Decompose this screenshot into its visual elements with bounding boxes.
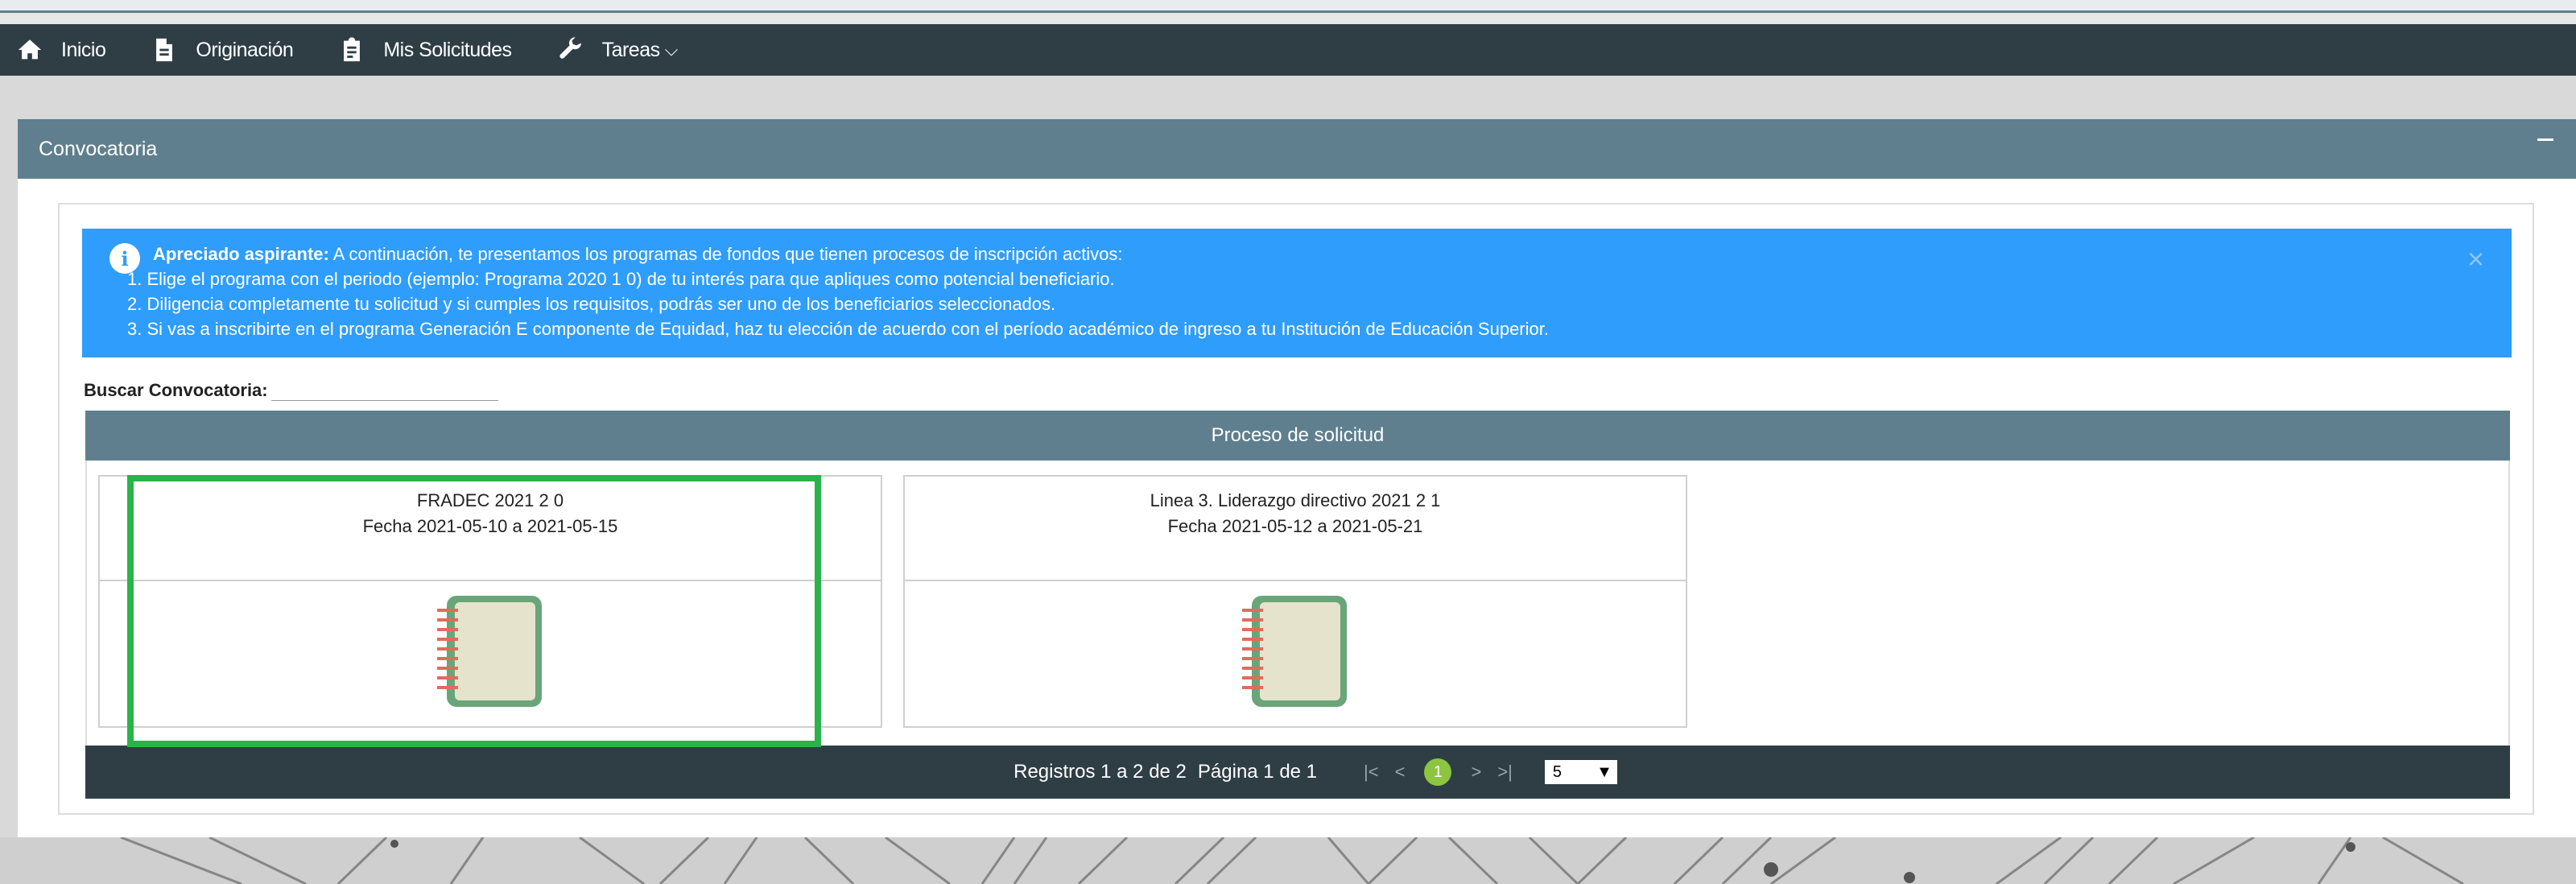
nav-mis-solicitudes-label: Mis Solicitudes: [383, 38, 512, 61]
info-icon: i: [109, 243, 140, 274]
alert-intro-line: Apreciado aspirante: A continuación, te …: [153, 242, 2512, 266]
prev-page-button[interactable]: <: [1395, 762, 1406, 783]
nav-inicio[interactable]: Inicio: [16, 36, 106, 64]
card-title: FRADEC 2021 2 0: [416, 490, 564, 510]
document-icon: [156, 38, 173, 62]
wrench-icon: [559, 37, 581, 59]
notebook-icon: [437, 596, 542, 707]
page-indicator: Página 1 de 1: [1197, 761, 1318, 783]
panel-header: Convocatoria: [18, 119, 2576, 179]
card-image: [100, 581, 881, 710]
convocatoria-panel: Convocatoria i Apreciado aspirante: A co…: [18, 119, 2576, 837]
pagination-bar: Registros 1 a 2 de 2 Página 1 de 1 |< < …: [85, 746, 2510, 799]
card-title: Linea 3. Liderazgo directivo 2021 2 1: [1150, 490, 1441, 510]
notebook-icon: [1242, 596, 1347, 707]
page-size-value: 5: [1552, 762, 1562, 781]
first-page-button[interactable]: |<: [1364, 762, 1379, 783]
alert-intro: A continuación, te presentamos los progr…: [328, 244, 1123, 264]
nav-inicio-label: Inicio: [61, 38, 106, 61]
alert-line-1: 1. Elige el programa con el periodo (eje…: [127, 269, 1115, 289]
convocatoria-card[interactable]: FRADEC 2021 2 0 Fecha 2021-05-10 a 2021-…: [98, 475, 882, 728]
chevron-down-icon: ▼: [1596, 762, 1612, 781]
search-label: Buscar Convocatoria:: [84, 380, 268, 400]
info-alert: i Apreciado aspirante: A continuación, t…: [82, 229, 2512, 357]
card-info: Linea 3. Liderazgo directivo 2021 2 1 Fe…: [905, 477, 1686, 581]
table-title: Proceso de solicitud: [1211, 424, 1385, 446]
card-image: [905, 581, 1686, 710]
table-header: Proceso de solicitud: [85, 411, 2510, 461]
search-convocatoria: Buscar Convocatoria:: [84, 380, 498, 401]
alert-heading: Apreciado aspirante:: [153, 244, 329, 264]
background-decoration: [0, 837, 2576, 884]
card-dates: Fecha 2021-05-12 a 2021-05-21: [1167, 516, 1423, 536]
top-strip: [0, 0, 2576, 13]
table-body: FRADEC 2021 2 0 Fecha 2021-05-10 a 2021-…: [85, 461, 2510, 746]
current-page-button[interactable]: 1: [1424, 758, 1452, 786]
chevron-down-icon: ⌵: [664, 39, 679, 60]
next-page-button[interactable]: >: [1471, 762, 1481, 783]
content-box: i Apreciado aspirante: A continuación, t…: [58, 203, 2534, 815]
panel-title: Convocatoria: [39, 137, 158, 160]
convocatoria-card[interactable]: Linea 3. Liderazgo directivo 2021 2 1 Fe…: [903, 475, 1687, 728]
home-icon: [18, 39, 42, 60]
minimize-icon[interactable]: [2537, 138, 2553, 141]
card-info: FRADEC 2021 2 0 Fecha 2021-05-10 a 2021-…: [100, 477, 881, 581]
alert-line-2: 2. Diligencia completamente tu solicitud…: [127, 294, 1056, 314]
card-dates: Fecha 2021-05-10 a 2021-05-15: [362, 516, 618, 536]
clipboard-icon: [344, 37, 361, 62]
alert-line-3: 3. Si vas a inscribirte en el programa G…: [127, 319, 1549, 339]
nav-originacion[interactable]: Originación: [151, 36, 294, 64]
nav-mis-solicitudes[interactable]: Mis Solicitudes: [338, 36, 512, 64]
search-input[interactable]: [270, 380, 498, 401]
nav-tareas-label: Tareas: [601, 38, 661, 61]
nav-tareas[interactable]: Tareas ⌵: [557, 36, 678, 64]
records-count: Registros 1 a 2 de 2: [1013, 761, 1187, 783]
page-size-select[interactable]: 5 ▼: [1544, 760, 1617, 784]
main-navbar: Inicio Originación Mis Solicitudes Tarea…: [0, 24, 2576, 76]
nav-originacion-label: Originación: [196, 38, 294, 61]
close-alert-icon[interactable]: ×: [2467, 245, 2484, 274]
last-page-button[interactable]: >|: [1497, 762, 1513, 783]
